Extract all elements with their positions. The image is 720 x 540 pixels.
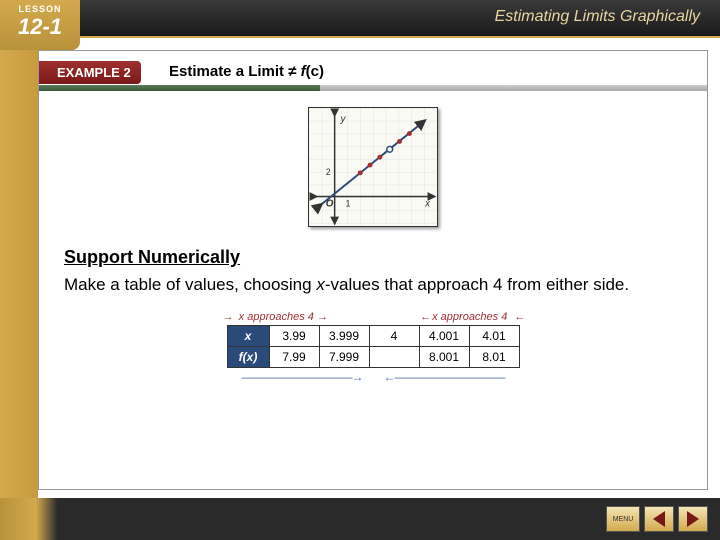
title-pre: Estimate a Limit ≠ <box>169 63 301 80</box>
header-bar: LESSON 12-1 Estimating Limits Graphicall… <box>0 0 720 38</box>
side-strip <box>0 38 38 500</box>
row-header-x: x <box>227 326 269 347</box>
cell: 4.001 <box>419 326 469 347</box>
example-title: Estimate a Limit ≠ f(c) <box>169 63 324 80</box>
lesson-badge: LESSON 12-1 <box>0 0 80 50</box>
divider-green <box>39 85 320 91</box>
arrow-right-icon: → <box>223 311 232 323</box>
nav-buttons: MENU <box>606 506 708 532</box>
footer-bar: MENU <box>0 498 720 540</box>
cell: 4.01 <box>469 326 519 347</box>
example-header: EXAMPLE 2 Estimate a Limit ≠ f(c) <box>39 61 707 89</box>
next-button[interactable] <box>678 506 708 532</box>
graph-image: y x O 1 2 <box>308 107 438 227</box>
table-row: x 3.99 3.999 4 4.001 4.01 <box>227 326 519 347</box>
bottom-arrow: ――――――――――→ ←―――――――――― <box>39 370 707 384</box>
title-arg: (c) <box>306 63 324 80</box>
arrow-right-icon: ――――――――――→ <box>241 370 362 384</box>
row-header-fx: f(x) <box>227 347 269 368</box>
content-frame: EXAMPLE 2 Estimate a Limit ≠ f(c) <box>38 50 708 490</box>
approach-annotations: → x approaches 4 → ← x approaches 4 ← <box>39 311 707 323</box>
prev-button[interactable] <box>644 506 674 532</box>
cell: 8.001 <box>419 347 469 368</box>
cell: 7.999 <box>319 347 369 368</box>
menu-button[interactable]: MENU <box>606 506 640 532</box>
x-tick-1: 1 <box>345 198 350 208</box>
lesson-number: 12-1 <box>0 14 80 40</box>
cell: 7.99 <box>269 347 319 368</box>
cell: 3.99 <box>269 326 319 347</box>
menu-label: MENU <box>613 516 634 523</box>
triangle-right-icon <box>687 511 699 527</box>
arrow-left-icon: ←―――――――――― <box>384 370 505 384</box>
topic-title: Estimating Limits Graphically <box>495 8 700 26</box>
cell: 8.01 <box>469 347 519 368</box>
lesson-label: LESSON <box>0 4 80 14</box>
cell: 4 <box>369 326 419 347</box>
text-post: -values that approach 4 from either side… <box>325 275 629 294</box>
y-tick-2: 2 <box>326 167 331 177</box>
instruction-text: Make a table of values, choosing x-value… <box>64 274 682 295</box>
annot-left: x approaches 4 <box>239 311 314 323</box>
arrow-left-icon: ← <box>514 311 523 323</box>
values-table: x 3.99 3.999 4 4.001 4.01 f(x) 7.99 7.99… <box>227 325 520 368</box>
cell: 3.999 <box>319 326 369 347</box>
text-x: x <box>316 275 325 294</box>
annot-right: x approaches 4 <box>432 311 507 323</box>
arrow-right-icon: → <box>317 311 326 323</box>
example-tab: EXAMPLE 2 <box>39 61 141 84</box>
arrow-left-icon: ← <box>420 311 429 323</box>
text-pre: Make a table of values, choosing <box>64 275 316 294</box>
triangle-left-icon <box>653 511 665 527</box>
subheading: Support Numerically <box>64 247 707 268</box>
divider-gray <box>320 85 707 91</box>
divider <box>39 85 707 91</box>
table-row: f(x) 7.99 7.999 8.001 8.01 <box>227 347 519 368</box>
origin-label: O <box>326 198 334 209</box>
cell <box>369 347 419 368</box>
